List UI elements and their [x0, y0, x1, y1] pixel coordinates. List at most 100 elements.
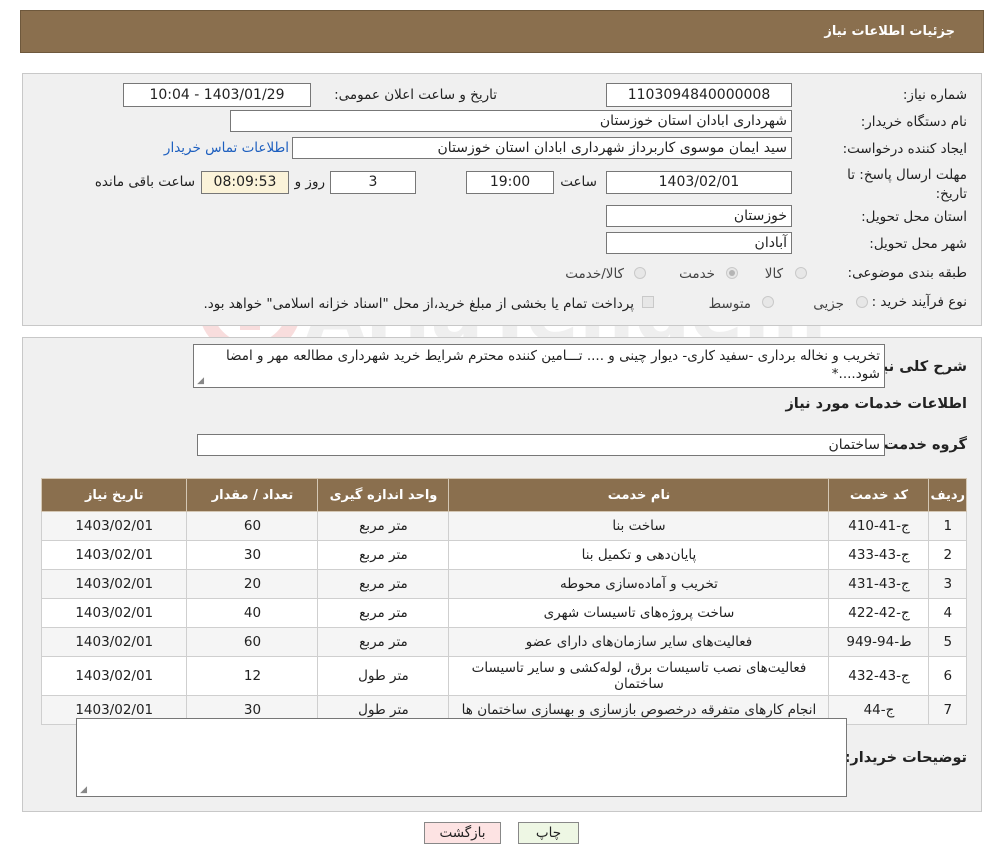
days-label: روز و: [294, 174, 325, 190]
cell-row: 6: [928, 656, 967, 696]
cell-unit: متر مربع: [317, 569, 450, 599]
print-button[interactable]: چاپ: [518, 822, 579, 844]
cell-date: 1403/02/01: [40, 598, 188, 628]
cell-date: 1403/02/01: [40, 569, 188, 599]
announce-label: تاریخ و ساعت اعلان عمومی:: [334, 87, 497, 103]
process-minor-radio[interactable]: [856, 296, 868, 308]
treasury-payment-note: پرداخت تمام یا بخشی از مبلغ خرید،از محل …: [203, 296, 634, 312]
cell-unit: متر مربع: [317, 540, 450, 570]
services-table-header: ردیف کد خدمت نام خدمت واحد اندازه گیری ت…: [40, 478, 967, 512]
category-service-label: خدمت: [679, 266, 715, 282]
need-number-field: 1103094840000008: [606, 83, 792, 107]
deadline-label: مهلت ارسال پاسخ: تا تاریخ:: [847, 167, 967, 202]
services-section-title: اطلاعات خدمات مورد نیاز: [785, 396, 967, 412]
cell-date: 1403/02/01: [40, 511, 188, 541]
cell-name: فعالیت‌های سایر سازمان‌های دارای عضو: [448, 627, 830, 657]
back-button[interactable]: بازگشت: [424, 822, 501, 844]
cell-date: 1403/02/01: [40, 540, 188, 570]
cell-code: ط-94-949: [828, 627, 930, 657]
cell-unit: متر طول: [317, 656, 450, 696]
deadline-date-field: 1403/02/01: [606, 171, 792, 194]
cell-qty: 40: [186, 598, 319, 628]
cell-qty: 12: [186, 656, 319, 696]
treasury-payment-checkbox[interactable]: [642, 296, 654, 308]
category-goods-label: کالا: [764, 266, 783, 282]
deadline-time-label: ساعت: [560, 174, 597, 190]
cell-row: 7: [928, 695, 967, 725]
cell-unit: متر مربع: [317, 511, 450, 541]
process-label: نوع فرآیند خرید :: [871, 294, 967, 310]
cell-name: تخریب و آماده‌سازی محوطه: [448, 569, 830, 599]
cell-name: پایان‌دهی و تکمیل بنا: [448, 540, 830, 570]
col-name: نام خدمت: [448, 478, 830, 512]
process-medium-label: متوسط: [708, 296, 751, 312]
city-field: آبادان: [606, 232, 792, 254]
page-header: جزئیات اطلاعات نیاز: [20, 10, 984, 53]
col-code: کد خدمت: [828, 478, 930, 512]
buyer-notes-textarea[interactable]: ◢: [76, 718, 847, 797]
description-text: تخریب و نخاله برداری -سفید کاری- دیوار چ…: [225, 348, 880, 382]
col-qty: تعداد / مقدار: [186, 478, 319, 512]
cell-row: 5: [928, 627, 967, 657]
cell-row: 3: [928, 569, 967, 599]
description-textarea[interactable]: تخریب و نخاله برداری -سفید کاری- دیوار چ…: [193, 344, 885, 388]
cell-name: فعالیت‌های نصب تاسیسات برق، لوله‌کشی و س…: [448, 656, 830, 696]
cell-row: 1: [928, 511, 967, 541]
deadline-time-field: 19:00: [466, 171, 554, 194]
contact-buyer-link[interactable]: اطلاعات تماس خریدار: [164, 140, 289, 156]
table-row: 4 ج-42-422 ساخت پروژه‌های تاسیسات شهری م…: [40, 598, 967, 628]
cell-qty: 60: [186, 511, 319, 541]
table-row: 6 ج-43-432 فعالیت‌های نصب تاسیسات برق، ل…: [40, 656, 967, 696]
cell-date: 1403/02/01: [40, 627, 188, 657]
province-label: استان محل تحویل:: [861, 209, 967, 225]
requester-field: سید ایمان موسوی کاربرداز شهرداری ابادان …: [292, 137, 792, 159]
cell-code: ج-41-410: [828, 511, 930, 541]
table-row: 5 ط-94-949 فعالیت‌های سایر سازمان‌های دا…: [40, 627, 967, 657]
cell-qty: 60: [186, 627, 319, 657]
buyer-notes-label: توضیحات خریدار:: [844, 750, 967, 766]
table-row: 1 ج-41-410 ساخت بنا متر مربع 60 1403/02/…: [40, 511, 967, 541]
col-unit: واحد اندازه گیری: [317, 478, 450, 512]
cell-qty: 30: [186, 540, 319, 570]
cell-row: 2: [928, 540, 967, 570]
category-goods-service-label: کالا/خدمت: [565, 266, 624, 282]
cell-unit: متر مربع: [317, 627, 450, 657]
remaining-label: ساعت باقی مانده: [94, 174, 195, 190]
resize-grip-icon[interactable]: ◢: [196, 377, 204, 386]
page-title: جزئیات اطلاعات نیاز: [824, 24, 955, 39]
cell-name: ساخت پروژه‌های تاسیسات شهری: [448, 598, 830, 628]
cell-code: ج-43-432: [828, 656, 930, 696]
city-label: شهر محل تحویل:: [869, 236, 967, 252]
category-goods-radio[interactable]: [795, 267, 807, 279]
cell-qty: 20: [186, 569, 319, 599]
category-label: طبقه بندی موضوعی:: [847, 265, 967, 281]
cell-unit: متر مربع: [317, 598, 450, 628]
col-date: تاریخ نیاز: [40, 478, 188, 512]
province-field: خوزستان: [606, 205, 792, 227]
category-goods-service-radio[interactable]: [634, 267, 646, 279]
process-minor-label: جزیی: [813, 296, 844, 312]
buyer-org-label: نام دستگاه خریدار:: [860, 114, 967, 130]
table-row: 3 ج-43-431 تخریب و آماده‌سازی محوطه متر …: [40, 569, 967, 599]
cell-row: 4: [928, 598, 967, 628]
service-group-label: گروه خدمت:: [877, 437, 967, 453]
process-medium-radio[interactable]: [762, 296, 774, 308]
resize-grip-icon[interactable]: ◢: [79, 786, 87, 795]
remaining-time-field: 08:09:53: [201, 171, 289, 194]
requester-label: ایجاد کننده درخواست:: [842, 141, 967, 157]
table-row: 2 ج-43-433 پایان‌دهی و تکمیل بنا متر مرب…: [40, 540, 967, 570]
need-number-label: شماره نیاز:: [902, 87, 967, 103]
service-group-field: ساختمان: [197, 434, 885, 456]
services-table: ردیف کد خدمت نام خدمت واحد اندازه گیری ت…: [40, 478, 967, 725]
announce-field: 1403/01/29 - 10:04: [123, 83, 311, 107]
cell-code: ج-42-422: [828, 598, 930, 628]
cell-code: ج-43-431: [828, 569, 930, 599]
cell-name: ساخت بنا: [448, 511, 830, 541]
need-info-panel: شماره نیاز: 1103094840000008 تاریخ و ساع…: [22, 73, 982, 326]
cell-date: 1403/02/01: [40, 656, 188, 696]
days-field: 3: [330, 171, 416, 194]
col-row: ردیف: [928, 478, 967, 512]
buyer-org-field: شهرداری ابادان استان خوزستان: [230, 110, 792, 132]
cell-code: ج-43-433: [828, 540, 930, 570]
category-service-radio[interactable]: [726, 267, 738, 279]
